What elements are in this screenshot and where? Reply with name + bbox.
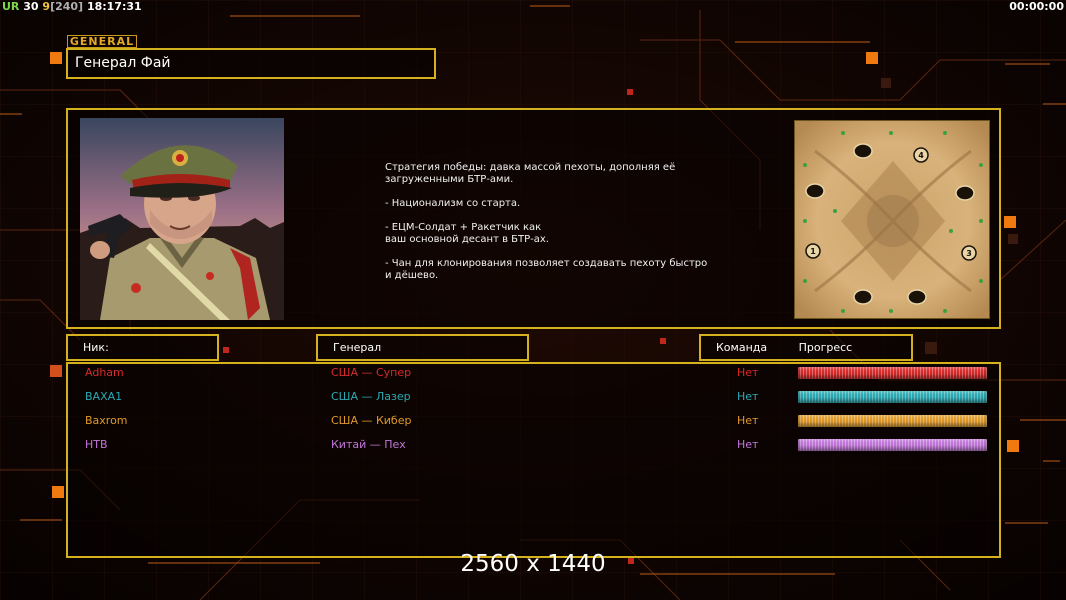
column-header-team-progress: Команда Прогресс xyxy=(699,334,913,361)
description-line: - Национализм со старта. xyxy=(385,198,521,209)
column-header-progress: Прогресс xyxy=(798,341,853,354)
player-general: США — Лазер xyxy=(331,390,411,403)
spawn-label: 3 xyxy=(966,249,972,258)
player-general: США — Кибер xyxy=(331,414,412,427)
resolution-label: 2560 x 1440 xyxy=(460,551,606,577)
general-description: Стратегия победы: давка массой пехоты, д… xyxy=(385,162,745,282)
player-general: Китай — Пех xyxy=(331,438,406,451)
hud-fps: 30 xyxy=(23,0,39,13)
player-nick: HTB xyxy=(85,438,108,451)
hud-status: UR 30 9[240] 18:17:31 xyxy=(2,0,142,13)
column-header-general: Генерал xyxy=(316,334,529,361)
hud-bracket: [240] xyxy=(50,0,84,13)
general-tag: GENERAL xyxy=(67,35,137,48)
map-preview[interactable]: 4 1 3 xyxy=(794,120,990,319)
player-nick: BAXA1 xyxy=(85,390,123,403)
player-general: США — Супер xyxy=(331,366,412,379)
hud-prefix: UR xyxy=(2,0,20,13)
spawn-label: 1 xyxy=(810,247,816,256)
hud-clock: 18:17:31 xyxy=(86,0,142,13)
column-header-team: Команда xyxy=(716,341,768,354)
general-portrait xyxy=(80,118,284,320)
description-line: - ЕЦМ-Солдат + Ракетчик как ваш основной… xyxy=(385,222,549,245)
player-team: Нет xyxy=(737,438,759,451)
description-line: Стратегия победы: давка массой пехоты, д… xyxy=(385,162,676,185)
player-team: Нет xyxy=(737,414,759,427)
player-progress-bar xyxy=(798,415,987,427)
hud-quality: 9 xyxy=(42,0,51,13)
player-nick: Adham xyxy=(85,366,124,379)
hud-timer: 00:00:00 xyxy=(1009,0,1064,13)
player-progress-bar xyxy=(798,367,987,379)
player-progress-bar xyxy=(798,391,987,403)
player-team: Нет xyxy=(737,390,759,403)
column-header-nick: Ник: xyxy=(66,334,219,361)
spawn-label: 4 xyxy=(918,151,924,160)
player-team: Нет xyxy=(737,366,759,379)
description-line: - Чан для клонирования позволяет создава… xyxy=(385,258,708,281)
player-progress-bar xyxy=(798,439,987,451)
player-nick: Baxrom xyxy=(85,414,128,427)
general-name: Генерал Фай xyxy=(66,48,436,79)
